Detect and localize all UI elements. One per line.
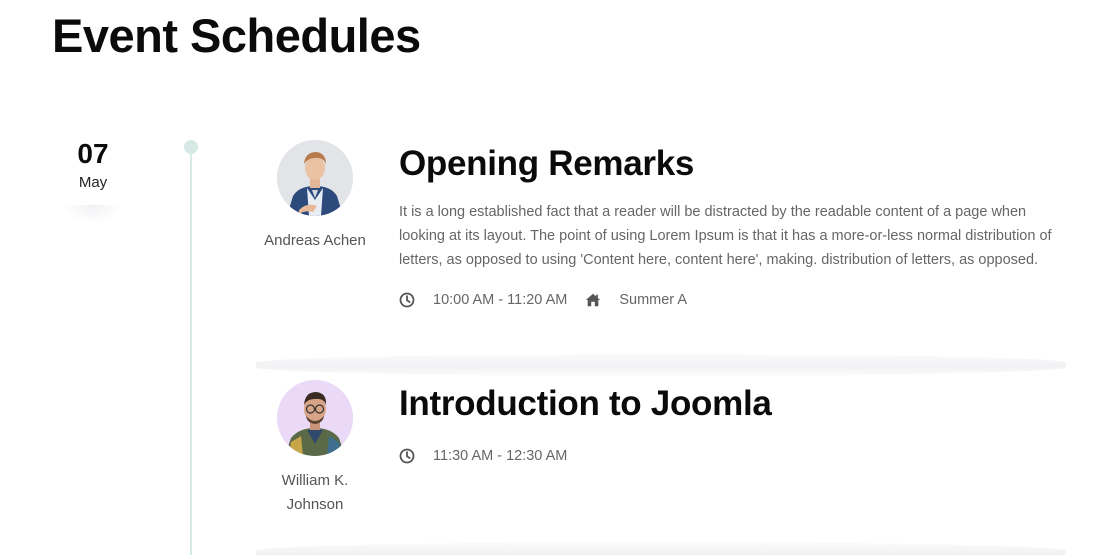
date-badge-shadow (64, 205, 122, 223)
event-title[interactable]: Opening Remarks (399, 142, 1059, 186)
speaker: William K. Johnson (256, 380, 374, 517)
divider (256, 542, 1066, 555)
event-title[interactable]: Introduction to Joomla (399, 382, 1059, 426)
page-title: Event Schedules (52, 9, 421, 62)
home-icon (585, 292, 601, 308)
event-schedule-page: Event Schedules 07 May Andreas Achen Ope… (0, 0, 1096, 555)
event-body: Opening Remarks It is a long established… (399, 142, 1059, 312)
clock-icon (399, 448, 415, 464)
divider (256, 354, 1066, 376)
event-body: Introduction to Joomla 11:30 AM - 12:30 … (399, 382, 1059, 468)
speaker: Andreas Achen (256, 140, 374, 253)
event-meta: 10:00 AM - 11:20 AM Summer A (399, 288, 1059, 312)
clock-icon (399, 292, 415, 308)
event-time: 11:30 AM - 12:30 AM (433, 448, 568, 464)
avatar[interactable] (277, 380, 353, 456)
speaker-name[interactable]: William K. Johnson (256, 469, 374, 517)
event-time: 10:00 AM - 11:20 AM (433, 292, 568, 308)
event-location: Summer A (619, 292, 688, 308)
timeline-line (190, 146, 192, 555)
event-description: It is a long established fact that a rea… (399, 204, 1052, 268)
event-meta: 11:30 AM - 12:30 AM (399, 444, 1059, 468)
date-day: 07 (77, 138, 109, 169)
schedule-item: Andreas Achen Opening Remarks It is a lo… (256, 136, 1066, 376)
timeline-dot (184, 140, 198, 154)
speaker-name[interactable]: Andreas Achen (256, 229, 374, 253)
date-month: May (78, 174, 108, 191)
date-badge: 07 May (62, 136, 124, 194)
schedule-item: William K. Johnson Introduction to Jooml… (256, 376, 1066, 555)
avatar[interactable] (277, 140, 353, 216)
